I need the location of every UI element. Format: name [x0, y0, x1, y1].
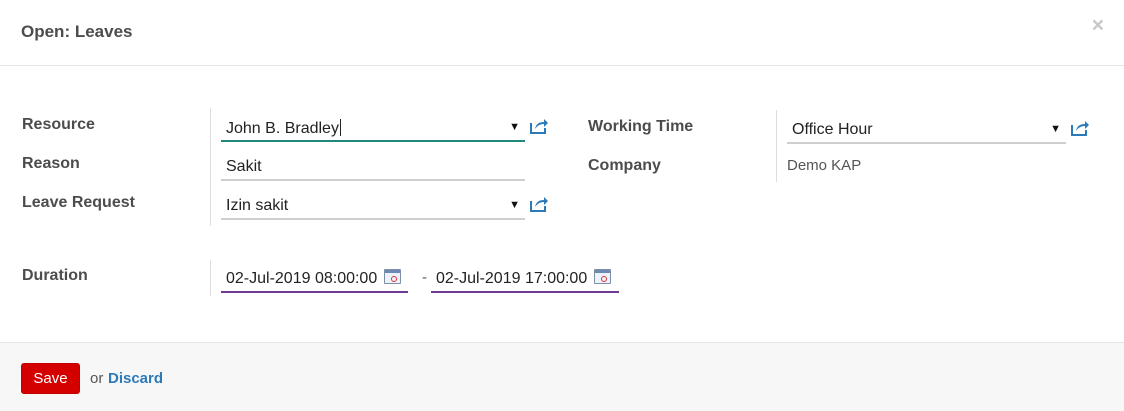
external-link-icon[interactable]	[529, 117, 549, 135]
reason-value: Sakit	[226, 158, 262, 175]
resource-label: Resource	[22, 116, 95, 133]
reason-label: Reason	[22, 155, 80, 172]
dialog-title: Open: Leaves	[21, 22, 133, 41]
resource-value: John B. Bradley	[226, 119, 341, 137]
working-time-field[interactable]: Office Hour ▼	[787, 116, 1066, 144]
dialog-footer: Save or Discard	[0, 342, 1124, 411]
caret-down-icon[interactable]: ▼	[1050, 123, 1061, 135]
column-separator	[210, 260, 211, 296]
duration-end-value: 02-Jul-2019 17:00:00	[436, 270, 588, 287]
external-link-icon[interactable]	[529, 195, 549, 213]
leave-request-label: Leave Request	[22, 194, 135, 211]
caret-down-icon[interactable]: ▼	[509, 199, 520, 211]
working-time-label: Working Time	[588, 118, 694, 135]
leaves-dialog: Open: Leaves × Resource Reason Leave Req…	[0, 0, 1124, 411]
external-link-icon[interactable]	[1070, 119, 1090, 137]
save-button[interactable]: Save	[21, 363, 80, 394]
company-label: Company	[588, 157, 661, 174]
dialog-header: Open: Leaves ×	[0, 0, 1124, 66]
column-separator	[210, 108, 211, 226]
duration-start-value: 02-Jul-2019 08:00:00	[226, 270, 378, 287]
calendar-icon[interactable]	[594, 269, 611, 284]
close-icon[interactable]: ×	[1092, 14, 1104, 38]
resource-field[interactable]: John B. Bradley ▼	[221, 114, 525, 142]
or-text: or	[90, 370, 104, 387]
duration-end-field[interactable]: 02-Jul-2019 17:00:00	[431, 265, 619, 293]
caret-down-icon[interactable]: ▼	[509, 121, 520, 133]
discard-link[interactable]: Discard	[108, 370, 163, 387]
reason-field[interactable]: Sakit	[221, 153, 525, 181]
text-cursor	[339, 119, 341, 136]
working-time-value: Office Hour	[792, 121, 873, 138]
duration-start-field[interactable]: 02-Jul-2019 08:00:00	[221, 265, 408, 293]
company-value: Demo KAP	[787, 157, 862, 174]
duration-separator: -	[422, 269, 427, 286]
leave-request-value: Izin sakit	[226, 197, 289, 214]
calendar-icon[interactable]	[384, 269, 401, 284]
column-separator	[776, 110, 777, 182]
duration-label: Duration	[22, 267, 88, 284]
leave-request-field[interactable]: Izin sakit ▼	[221, 192, 525, 220]
